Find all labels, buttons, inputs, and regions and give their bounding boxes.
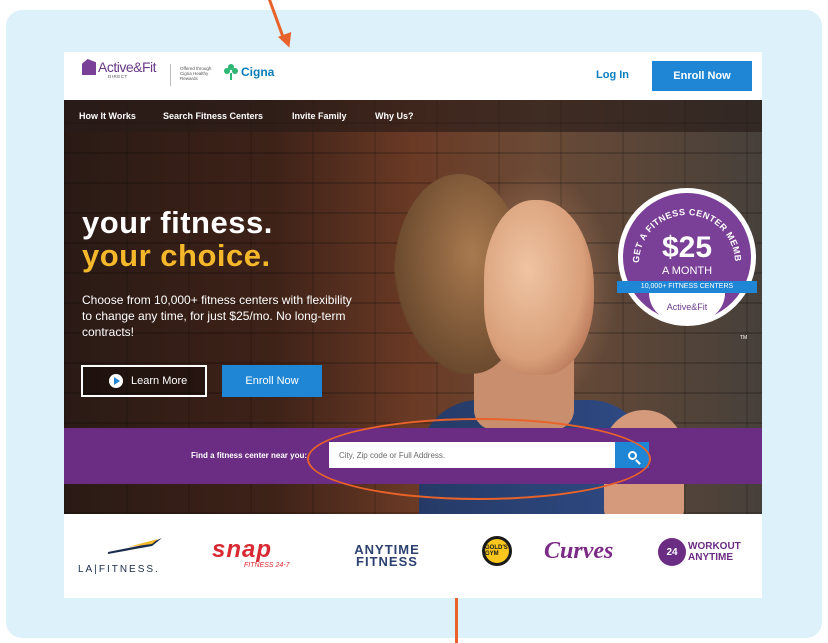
hero-headline-1: your fitness. [82,205,273,240]
partner-logos: LA|FITNESS. snap FITNESS 24-7 ANYTIME FI… [64,514,762,598]
learn-more-label: Learn More [131,375,188,387]
active-fit-logo[interactable]: Active&Fit [82,59,157,75]
main-nav: How It Works Search Fitness Centers Invi… [64,100,762,132]
enroll-now-header-button[interactable]: Enroll Now [652,61,752,91]
cigna-logo: Cigna [224,64,274,80]
nav-search-fitness-centers[interactable]: Search Fitness Centers [163,111,263,121]
anytime-fitness-logo: ANYTIME FITNESS [354,542,420,569]
trademark: TM [740,335,748,341]
golds-gym-logo: GOLD'S GYM [482,536,512,566]
nav-how-it-works[interactable]: How It Works [79,111,136,121]
badge-price: $25 [661,231,713,264]
offered-through-text: Offered through Cigna Healthy Rewards [180,66,212,81]
play-icon [109,374,123,388]
annotation-highlight-oval [307,418,651,500]
active-fit-logo-icon [82,59,96,75]
snap-fitness-logo: snap FITNESS 24-7 [212,536,290,569]
header-divider [170,64,171,86]
login-link[interactable]: Log In [596,69,629,81]
hero-headline-2: your choice. [82,238,271,273]
nav-why-us[interactable]: Why Us? [375,111,414,121]
la-fitness-logo: LA|FITNESS. [78,564,160,575]
badge-period: A MONTH [661,265,713,277]
badge-ribbon: 10,000+ FITNESS CENTERS [617,281,757,293]
find-label: Find a fitness center near you: [191,451,308,460]
snap-text: snap [212,536,273,563]
workout-anytime-icon: 24 [658,538,686,566]
curves-logo: Curves [544,538,614,564]
logo-text: Active&Fit [98,59,157,75]
workout-anytime-logo: 24 WORKOUT ANYTIME [658,538,750,566]
cigna-tree-icon [224,64,238,80]
hero-description: Choose from 10,000+ fitness centers with… [82,293,352,339]
learn-more-button[interactable]: Learn More [81,365,207,397]
workout-anytime-text: WORKOUT ANYTIME [688,541,741,563]
hero-image-face [484,200,594,375]
nav-invite-family[interactable]: Invite Family [292,111,347,121]
membership-badge: GET A FITNESS CENTER MEMBERSHIP $25 A MO… [617,188,757,326]
cigna-text: Cigna [241,65,275,79]
enroll-now-hero-button[interactable]: Enroll Now [222,365,322,397]
snap-sub-text: FITNESS 24-7 [244,562,290,569]
logo-sub: DIRECT [108,74,128,79]
webpage: Active&Fit DIRECT Offered through Cigna … [64,52,762,598]
header: Active&Fit DIRECT Offered through Cigna … [64,52,762,100]
la-fitness-swoosh-icon [108,538,162,554]
